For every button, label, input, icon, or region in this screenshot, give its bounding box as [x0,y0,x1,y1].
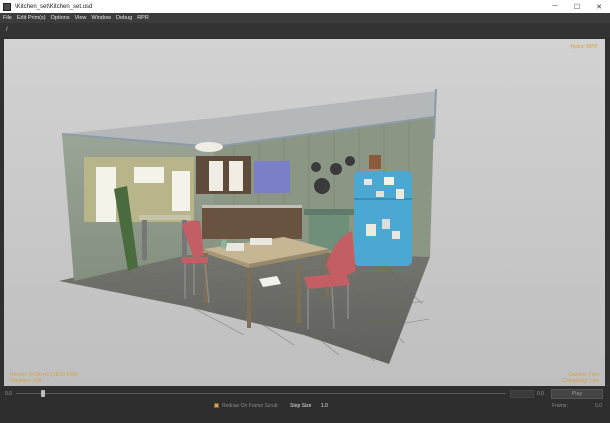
playback-status: Playback: N/A [10,378,42,384]
timeline-start: 0.0 [5,391,12,397]
window-title: \Kitchen_set\Kitchen_set.usd [15,3,93,10]
step-size-label: Step Size [290,403,312,409]
timeline-track[interactable] [16,393,506,394]
play-button[interactable]: Play [551,389,603,399]
curtain [254,161,290,193]
kitchen-scene [4,39,605,386]
counter [202,207,302,239]
menu-rpr[interactable]: RPR [137,15,149,21]
title-bar: \Kitchen_set\Kitchen_set.usd ─ ☐ ✕ [0,0,610,13]
app-icon [3,2,11,11]
menu-options[interactable]: Options [51,15,70,21]
playback-controls: Redraw On Frame Scrub Step Size 1.0 Fram… [0,401,610,423]
menu-debug[interactable]: Debug [116,15,132,21]
menu-window[interactable]: Window [91,15,111,21]
viewport[interactable]: Hydra: RPR Render: 54.00 ms (18.52 FPS) … [4,39,605,386]
frame-label: Frame: [552,403,568,409]
window-controls: ─ ☐ ✕ [544,0,610,13]
menu-view[interactable]: View [75,15,87,21]
timeline-end-field[interactable] [510,390,534,398]
close-button[interactable]: ✕ [588,0,610,13]
step-size-field[interactable]: 1.0 [321,403,328,409]
redraw-on-scrub-label: Redraw On Frame Scrub [222,403,278,409]
complexity-status: Complexity: Low [562,378,599,384]
menu-edit-prims[interactable]: Edit Prim(s) [17,15,46,21]
renderer-label: Hydra: RPR [570,44,597,50]
maximize-button[interactable]: ☐ [566,0,588,13]
prim-path: / [6,27,8,33]
frame-field[interactable]: 0.0 [595,403,602,409]
refrigerator [354,171,412,266]
prim-path-bar[interactable]: / [0,23,610,37]
timeline-bar: 0.0 0.0 Play [0,387,610,401]
menu-bar: File Edit Prim(s) Options View Window De… [0,13,610,23]
timeline-end: 0.0 [537,391,544,397]
menu-file[interactable]: File [3,15,12,21]
redraw-on-scrub-checkbox[interactable] [214,403,219,408]
minimize-button[interactable]: ─ [544,0,566,13]
timeline-slider-handle[interactable] [40,390,45,397]
